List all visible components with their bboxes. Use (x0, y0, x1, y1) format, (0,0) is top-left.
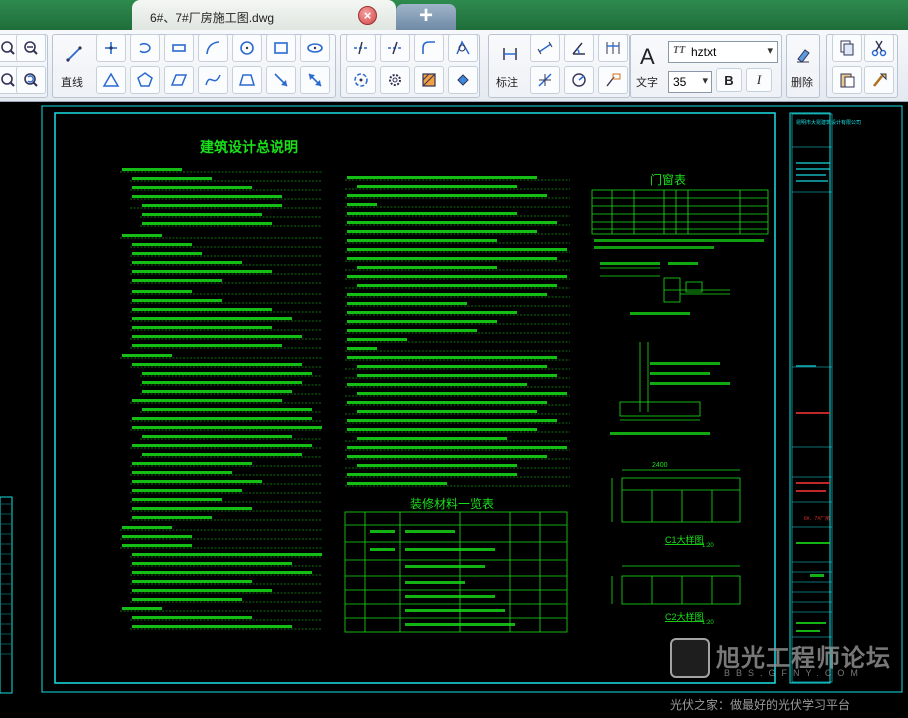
watermark-site: BBS.GFNY.COM (724, 668, 864, 678)
line-icon[interactable] (58, 38, 90, 70)
chevron-down-icon: ▾ (702, 75, 708, 87)
delete-label: 删除 (791, 77, 813, 89)
line-label: 直线 (61, 77, 83, 89)
zoom-out-icon[interactable] (16, 34, 46, 62)
chamfer-icon[interactable] (448, 34, 478, 62)
wall-detail-1 (600, 267, 730, 303)
watermark-slogan: 光伏之家：做最好的光伏学习平台 (670, 698, 851, 712)
hatch-icon[interactable] (414, 66, 444, 94)
c1-dimension-value: 2400 (652, 462, 668, 469)
watermark: 旭光工程师论坛 BBS.GFNY.COM (664, 634, 908, 694)
c1-scale: 1:20 (702, 543, 714, 549)
title-block-company: 昆明市大昆建筑设计有限公司 (796, 119, 861, 126)
font-size-value: 35 (673, 75, 687, 89)
ellipse-icon[interactable] (300, 34, 330, 62)
cut-icon[interactable] (864, 34, 894, 62)
copy-icon[interactable] (832, 34, 862, 62)
leader-icon[interactable] (598, 66, 628, 94)
eraser-icon[interactable] (788, 40, 818, 70)
document-tab-title: 6#、7#厂房施工图.dwg (150, 11, 275, 25)
drawing-canvas[interactable]: 建筑设计总说明 装修材料一览表 门窗表 2400 C1大样图 1:20 C2大样… (0, 102, 908, 718)
parallelogram-icon[interactable] (164, 66, 194, 94)
text-label: 文字 (636, 77, 658, 89)
zoom-previous-icon[interactable] (16, 66, 46, 94)
font-select-value: hztxt (691, 45, 717, 59)
font-size-select[interactable]: 35 ▾ (668, 71, 712, 93)
italic-button[interactable]: I (746, 68, 772, 92)
rectangle-line-icon[interactable] (164, 34, 194, 62)
rectangle-icon[interactable] (266, 34, 296, 62)
aligned-dim-icon[interactable] (530, 34, 560, 62)
dimension-icon[interactable] (494, 38, 526, 70)
triangle-icon[interactable] (96, 66, 126, 94)
title-block-border (789, 112, 831, 684)
polyline-icon[interactable] (96, 34, 126, 62)
left-partial-sheet (0, 496, 13, 694)
arc-icon[interactable] (198, 34, 228, 62)
c1-detail-label: C1大样图 (665, 534, 704, 545)
ribbon-toolbar: 直线 标注 A 文字 TT hztxt ▾ 35 ▾ B I 删除 (0, 30, 908, 102)
extend-icon[interactable] (380, 34, 410, 62)
watermark-logo-icon (670, 638, 710, 678)
cad-drawing: 建筑设计总说明 装修材料一览表 门窗表 2400 C1大样图 1:20 C2大样… (0, 105, 903, 694)
paste-icon[interactable] (832, 66, 862, 94)
angular-dim-icon[interactable] (564, 34, 594, 62)
fill-bucket-icon[interactable] (448, 66, 478, 94)
match-properties-icon[interactable] (864, 66, 894, 94)
polygon-icon[interactable] (130, 66, 160, 94)
dimension-label: 标注 (496, 77, 518, 89)
door-window-table (591, 189, 769, 235)
trapezoid-icon[interactable] (232, 66, 262, 94)
radius-dim-icon[interactable] (564, 66, 594, 94)
bold-button[interactable]: B (716, 68, 742, 92)
text-icon[interactable]: A (640, 44, 655, 70)
c2-scale: 1:20 (702, 620, 714, 626)
baseline-dim-icon[interactable] (598, 34, 628, 62)
material-table-title: 装修材料一览表 (410, 496, 494, 511)
c2-detail-label: C2大样图 (665, 611, 704, 622)
wall-detail-2 (619, 342, 701, 421)
c1-window-detail (611, 469, 741, 523)
arrow-line-icon[interactable] (266, 66, 296, 94)
font-type-icon: TT (673, 45, 686, 56)
tab-bar: 6#、7#厂房施工图.dwg × + (0, 0, 908, 30)
gear-icon[interactable] (380, 66, 410, 94)
rotate-icon[interactable] (346, 66, 376, 94)
arc-rotate-icon[interactable] (130, 34, 160, 62)
circle-icon[interactable] (232, 34, 262, 62)
chevron-down-icon: ▾ (767, 45, 773, 57)
double-arrow-icon[interactable] (300, 66, 330, 94)
ordinate-dim-icon[interactable] (530, 66, 560, 94)
drawing-title: 建筑设计总说明 (200, 139, 298, 155)
title-block-grid (792, 146, 832, 638)
font-select[interactable]: TT hztxt ▾ (668, 41, 778, 63)
c2-window-detail (611, 565, 741, 605)
spline-icon[interactable] (198, 66, 228, 94)
new-tab-button[interactable]: + (396, 4, 456, 30)
title-block-project: 6#、7#厂房 (804, 515, 830, 522)
door-table-title: 门窗表 (650, 172, 686, 187)
document-tab[interactable]: 6#、7#厂房施工图.dwg × (132, 0, 396, 30)
fillet-icon[interactable] (414, 34, 444, 62)
trim-icon[interactable] (346, 34, 376, 62)
notes-column-middle (345, 179, 570, 487)
close-tab-icon[interactable]: × (358, 6, 377, 25)
